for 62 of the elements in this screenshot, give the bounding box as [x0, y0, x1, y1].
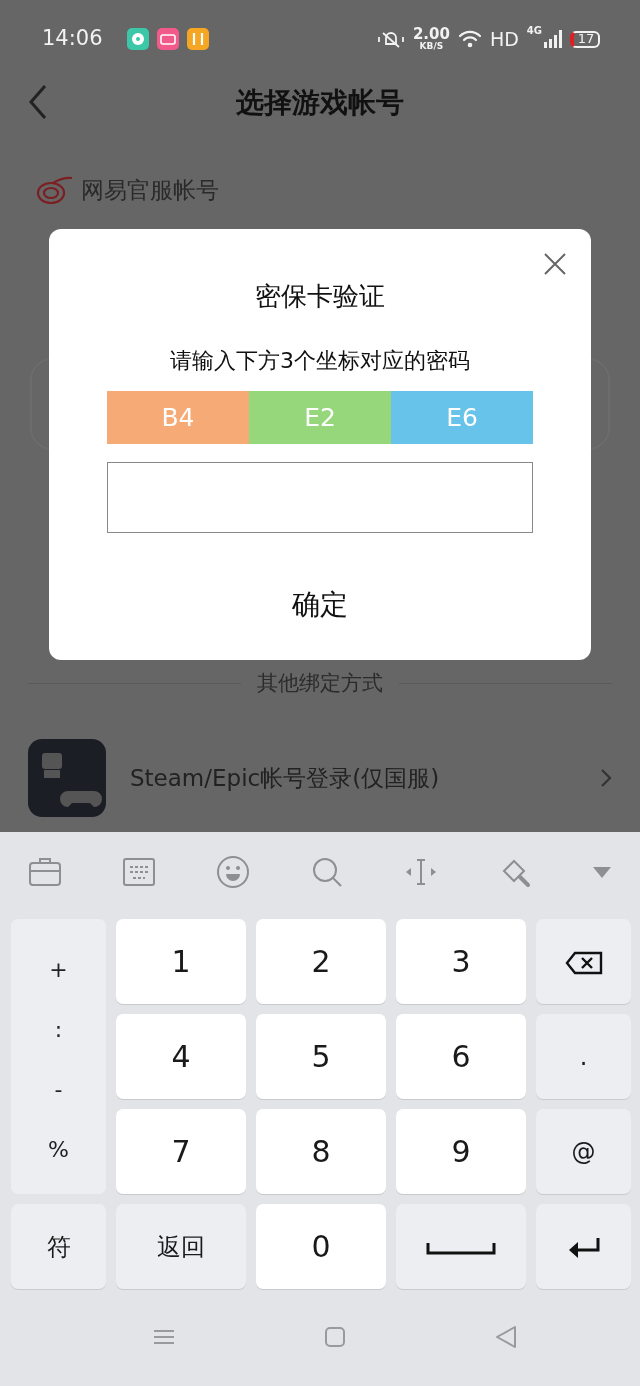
function-key[interactable]: @ — [536, 1109, 631, 1194]
chevron-right-icon — [600, 768, 612, 788]
keyboard-tool-button[interactable] — [122, 855, 156, 889]
tools-app-icon — [186, 28, 209, 50]
coordinate-label: B4 — [107, 391, 249, 444]
keyboard-tool-button[interactable] — [216, 855, 250, 889]
option-label: Steam/Epic帐号登录(仅国服) — [130, 763, 441, 793]
function-key[interactable]: 符 — [11, 1204, 106, 1289]
coordinate-label: E2 — [249, 391, 391, 444]
symbol-key[interactable]: + — [11, 939, 106, 999]
dialog-instruction: 请输入下方3个坐标对应的密码 — [169, 347, 471, 375]
symbol-key[interactable]: % — [11, 1119, 106, 1179]
android-gamepad-icon — [28, 739, 106, 817]
number-key[interactable]: 0 — [256, 1204, 386, 1289]
space-key[interactable] — [396, 1204, 526, 1289]
number-key[interactable]: 6 — [396, 1014, 526, 1099]
backspace-icon — [564, 950, 603, 975]
collapse-triangle-icon — [592, 866, 612, 879]
search-icon — [310, 855, 344, 889]
network-type: 4G — [526, 23, 542, 38]
number-key[interactable]: 4 — [116, 1014, 246, 1099]
account-type-label: 网易官服帐号 — [81, 176, 219, 205]
close-button[interactable] — [543, 251, 567, 276]
hd-indicator: HD — [489, 26, 519, 52]
function-key[interactable]: . — [536, 1014, 631, 1099]
bird-logo-icon — [35, 175, 73, 206]
chat-app-icon — [126, 28, 149, 50]
number-key[interactable]: 2 — [256, 919, 386, 1004]
number-key[interactable]: 7 — [116, 1109, 246, 1194]
password-field[interactable] — [107, 462, 533, 533]
video-app-icon — [156, 28, 179, 50]
keyboard-icon — [122, 855, 156, 889]
divider-label: 其他绑定方式 — [257, 669, 383, 697]
enter-key[interactable] — [536, 1204, 631, 1289]
coordinate-label: E6 — [391, 391, 533, 444]
toolbox-icon — [28, 855, 62, 889]
number-key[interactable]: 8 — [256, 1109, 386, 1194]
close-icon — [543, 251, 567, 276]
status-time: 14:06 — [42, 25, 103, 53]
keyboard-tool-button[interactable] — [28, 855, 62, 889]
keyboard-tool-button[interactable] — [310, 855, 344, 889]
page-title: 选择游戏帐号 — [236, 85, 404, 121]
symbol-key[interactable]: - — [11, 1059, 106, 1119]
symbol-key[interactable]: : — [11, 999, 106, 1059]
network-speed: 2.00 — [412, 27, 450, 42]
battery-indicator: 17 — [570, 30, 600, 48]
space-icon — [426, 1240, 496, 1255]
backspace-key[interactable] — [536, 919, 631, 1004]
mute-bell-icon — [376, 29, 405, 49]
number-key[interactable]: 1 — [116, 919, 246, 1004]
back-button[interactable] — [28, 84, 48, 120]
back-icon — [28, 84, 48, 120]
number-key[interactable]: 9 — [396, 1109, 526, 1194]
wifi-icon — [457, 29, 482, 49]
emoji-icon — [216, 855, 250, 889]
function-key[interactable]: 返回 — [116, 1204, 246, 1289]
number-key[interactable]: 3 — [396, 919, 526, 1004]
number-key[interactable]: 5 — [256, 1014, 386, 1099]
speed-unit: KB/S — [419, 42, 444, 51]
dialog-title: 密保卡验证 — [254, 280, 386, 313]
confirm-button[interactable]: 确定 — [286, 583, 354, 627]
signal-icon — [544, 29, 562, 49]
